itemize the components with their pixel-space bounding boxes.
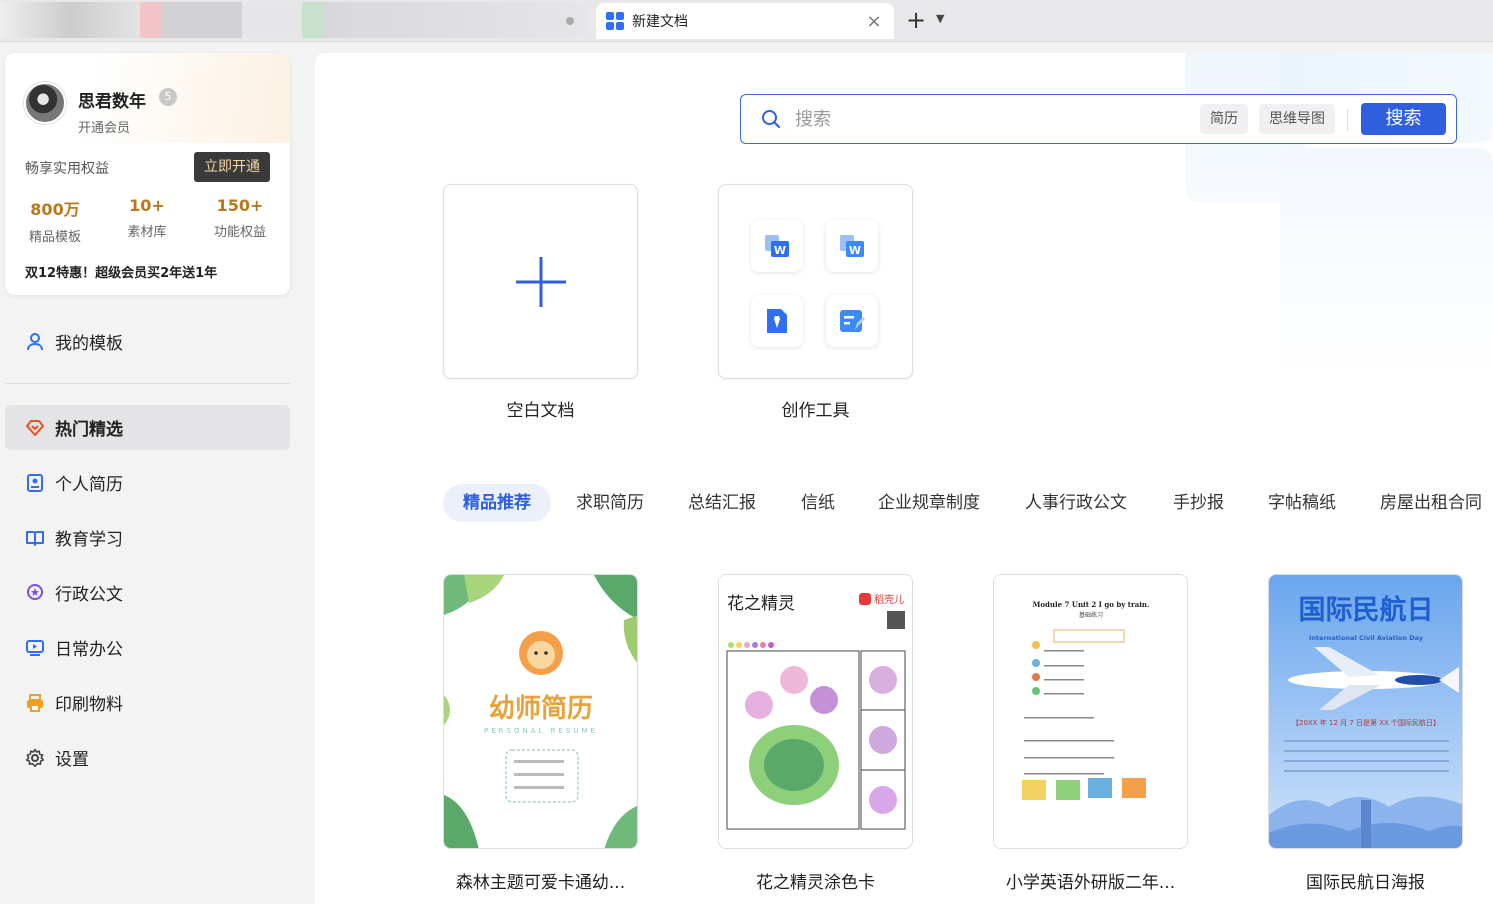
sidebar: 思君数年 5 开通会员 畅享实用权益 立即开通 800万 精品模板 10+ 素材… — [0, 43, 315, 904]
template-card[interactable]: Module 7 Unit 2 I go by train. 基础练习 — [993, 574, 1188, 849]
stat-templates: 800万 精品模板 — [28, 200, 81, 245]
open-now-button[interactable]: 立即开通 — [194, 152, 270, 182]
sidebar-item-my-templates[interactable]: 我的模板 — [5, 319, 290, 364]
gear-icon — [24, 747, 46, 769]
divider — [5, 383, 290, 384]
search-icon — [761, 109, 781, 129]
tab-new-document[interactable]: 新建文档 × — [596, 3, 894, 39]
creation-tools-label: 创作工具 — [781, 401, 850, 421]
svg-text:国际民航日: 国际民航日 — [1299, 594, 1434, 626]
tab-handwritten-paper[interactable]: 手抄报 — [1173, 484, 1224, 522]
sidebar-item-settings[interactable]: 设置 — [5, 735, 290, 780]
tab-job-resume[interactable]: 求职简历 — [576, 484, 644, 522]
close-icon[interactable]: × — [864, 11, 884, 32]
chevron-down-icon[interactable]: ▼ — [936, 12, 944, 25]
plus-icon — [516, 257, 566, 307]
tab-company-rules[interactable]: 企业规章制度 — [878, 484, 980, 522]
search-box: 简历 思维导图 搜索 — [740, 94, 1457, 144]
promo-text[interactable]: 双12特惠！超级会员买2年送1年 — [25, 262, 217, 281]
stat-materials: 10+ 素材库 — [127, 196, 167, 240]
search-tag-resume[interactable]: 简历 — [1200, 104, 1248, 134]
blank-document-label: 空白文档 — [506, 401, 575, 421]
tab-bar: 新建文档 × + ▼ — [0, 0, 1493, 42]
template-card[interactable]: 幼师简历 PERSONAL RESUME — [443, 574, 638, 849]
search-tag-mindmap[interactable]: 思维导图 — [1259, 104, 1335, 134]
divider — [1347, 109, 1348, 131]
tab-letter-paper[interactable]: 信纸 — [801, 484, 835, 522]
plus-icon[interactable]: + — [906, 8, 926, 32]
template-title: 小学英语外研版二年... — [1005, 873, 1176, 893]
user-icon — [24, 331, 46, 353]
username: 思君数年 — [78, 92, 146, 112]
sidebar-item-print[interactable]: 印刷物料 — [5, 680, 290, 725]
svg-text:Module 7 Unit 2 I go by train.: Module 7 Unit 2 I go by train. — [1033, 600, 1150, 609]
tab-hr-admin[interactable]: 人事行政公文 — [1025, 484, 1127, 522]
main-panel: 简历 思维导图 搜索 空白文档 W W 创作工具 精品推荐 求职简历 总结汇报 … — [315, 53, 1493, 904]
vip-level-icon: 5 — [159, 88, 177, 106]
stat-features: 150+ 功能权益 — [213, 196, 266, 240]
template-card[interactable]: 花之精灵 稻壳儿 — [718, 574, 913, 849]
tab-title: 新建文档 — [632, 14, 688, 30]
docs-logo-icon — [606, 12, 624, 30]
tab-featured[interactable]: 精品推荐 — [443, 484, 551, 522]
sidebar-item-hot[interactable]: 热门精选 — [5, 405, 290, 450]
blank-document-card[interactable] — [443, 184, 638, 379]
monitor-icon — [24, 637, 46, 659]
member-card: 思君数年 5 开通会员 畅享实用权益 立即开通 800万 精品模板 10+ 素材… — [5, 53, 290, 295]
svg-text:花之精灵: 花之精灵 — [727, 594, 795, 614]
benefit-label: 畅享实用权益 — [25, 161, 109, 177]
creation-tools-card[interactable]: W W — [718, 184, 913, 379]
template-thumbnail: 幼师简历 PERSONAL RESUME — [444, 575, 637, 848]
template-thumbnail: 花之精灵 稻壳儿 — [719, 575, 912, 848]
template-title: 花之精灵涂色卡 — [756, 873, 875, 893]
tab-dot-icon — [566, 17, 574, 25]
svg-text:W: W — [849, 244, 861, 257]
resume-icon — [24, 472, 46, 494]
blurred-tabs[interactable] — [0, 2, 590, 38]
svg-text:幼师简历: 幼师简历 — [489, 693, 593, 724]
printer-icon — [24, 692, 46, 714]
sidebar-item-office[interactable]: 日常办公 — [5, 625, 290, 670]
decoration — [1280, 148, 1493, 378]
search-button[interactable]: 搜索 — [1361, 103, 1446, 135]
template-title: 森林主题可爱卡通幼... — [455, 873, 626, 893]
tab-copybook[interactable]: 字帖稿纸 — [1268, 484, 1336, 522]
search-input[interactable] — [795, 105, 1185, 133]
svg-text:【20XX 年 12 月 7 日是第 XX 个国际民航日】: 【20XX 年 12 月 7 日是第 XX 个国际民航日】 — [1292, 718, 1440, 727]
tab-rental-contract[interactable]: 房屋出租合同 — [1380, 484, 1482, 522]
word-doc-icon: W — [751, 220, 803, 272]
svg-text:International Civil Aviation D: International Civil Aviation Day — [1309, 634, 1424, 642]
template-card[interactable]: 国际民航日 International Civil Aviation Day 【… — [1268, 574, 1463, 849]
template-title: 国际民航日海报 — [1306, 873, 1425, 893]
resume-file-icon — [751, 295, 803, 347]
book-icon — [24, 527, 46, 549]
open-member-link[interactable]: 开通会员 — [78, 117, 130, 136]
template-thumbnail: 国际民航日 International Civil Aviation Day 【… — [1269, 575, 1462, 848]
badge-icon — [24, 582, 46, 604]
svg-text:W: W — [774, 244, 786, 257]
svg-text:PERSONAL RESUME: PERSONAL RESUME — [484, 727, 598, 735]
svg-text:稻壳儿: 稻壳儿 — [874, 593, 904, 606]
tab-summary-report[interactable]: 总结汇报 — [688, 484, 756, 522]
sidebar-item-official[interactable]: 行政公文 — [5, 570, 290, 615]
svg-text:基础练习: 基础练习 — [1079, 611, 1103, 619]
template-thumbnail: Module 7 Unit 2 I go by train. 基础练习 — [994, 575, 1187, 848]
form-edit-icon — [826, 295, 878, 347]
heart-diamond-icon — [24, 417, 46, 439]
word-convert-icon: W — [826, 220, 878, 272]
sidebar-item-education[interactable]: 教育学习 — [5, 515, 290, 560]
avatar[interactable] — [24, 82, 66, 124]
sidebar-item-resume[interactable]: 个人简历 — [5, 460, 290, 505]
